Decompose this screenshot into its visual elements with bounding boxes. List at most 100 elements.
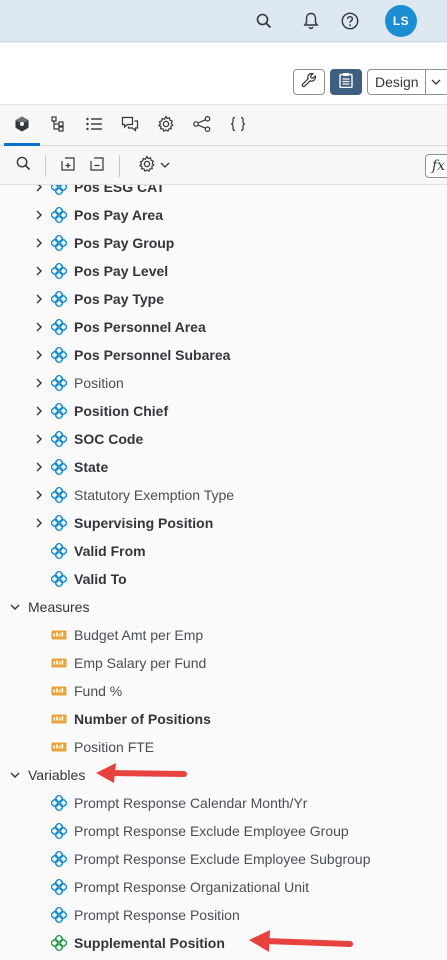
tree-group-variables[interactable]: Variables: [0, 761, 447, 789]
tree-item-dimension[interactable]: Valid To: [0, 565, 447, 593]
tab-hierarchy[interactable]: [46, 114, 70, 138]
measure-icon: [51, 739, 67, 755]
tree-item-variable[interactable]: Prompt Response Calendar Month/Yr: [0, 789, 447, 817]
dimension-icon: [51, 207, 67, 223]
notification-bell-icon[interactable]: [300, 10, 322, 32]
tree-item-measure[interactable]: Budget Amt per Emp: [0, 621, 447, 649]
measure-icon: [51, 655, 67, 671]
chevron-right-icon[interactable]: [32, 376, 46, 390]
chevron-right-icon[interactable]: [32, 320, 46, 334]
tree-item-label: Supplemental Position: [74, 935, 225, 951]
tab-share[interactable]: [190, 114, 214, 138]
tree-group-measures[interactable]: Measures: [0, 593, 447, 621]
tree-item-label: Prompt Response Exclude Employee Subgrou…: [74, 851, 371, 867]
search-icon: [16, 156, 31, 176]
tree-item-label: Prompt Response Calendar Month/Yr: [74, 795, 308, 811]
tree-item-dimension[interactable]: Pos Personnel Subarea: [0, 341, 447, 369]
tree-item-dimension[interactable]: Statutory Exemption Type: [0, 481, 447, 509]
tree-item-label: Pos Pay Level: [74, 263, 169, 279]
chevron-right-icon[interactable]: [32, 264, 46, 278]
dimension-icon: [51, 431, 67, 447]
tree-item-dimension[interactable]: Pos Pay Type: [0, 285, 447, 313]
chevron-right-icon[interactable]: [32, 404, 46, 418]
tab-model[interactable]: [10, 114, 34, 138]
tools-button[interactable]: [293, 69, 325, 95]
chevron-right-icon[interactable]: [32, 488, 46, 502]
search-icon[interactable]: [253, 10, 275, 32]
tree-item-label: Prompt Response Exclude Employee Group: [74, 823, 349, 839]
tab-code[interactable]: [226, 114, 250, 138]
tab-comments[interactable]: [118, 114, 142, 138]
tree-item-label: Number of Positions: [74, 711, 211, 727]
share-icon: [193, 115, 211, 137]
design-mode-select[interactable]: Design: [367, 69, 447, 95]
chevron-right-icon[interactable]: [32, 348, 46, 362]
clipboard-button[interactable]: [330, 69, 362, 95]
tree-item-dimension[interactable]: Valid From: [0, 537, 447, 565]
formula-icon: fx: [432, 158, 446, 174]
formula-button[interactable]: fx: [425, 154, 447, 178]
tree-item-dimension[interactable]: Pos ESG CAT: [0, 185, 447, 201]
variable-icon: [51, 851, 67, 867]
dimension-icon: [51, 459, 67, 475]
tree-item-label: SOC Code: [74, 431, 144, 447]
tree-item-dimension[interactable]: Pos Pay Group: [0, 229, 447, 257]
variable-icon: [51, 907, 67, 923]
chevron-right-icon[interactable]: [32, 292, 46, 306]
tree-item-dimension[interactable]: Supervising Position: [0, 509, 447, 537]
tree-item-dimension[interactable]: State: [0, 453, 447, 481]
chevron-down-icon: [430, 73, 442, 94]
chevron-right-icon[interactable]: [32, 460, 46, 474]
tree-item-dimension[interactable]: Pos Pay Area: [0, 201, 447, 229]
tree-item-dimension[interactable]: Position: [0, 369, 447, 397]
tree-item-measure[interactable]: Emp Salary per Fund: [0, 649, 447, 677]
tree-item-dimension[interactable]: Position Chief: [0, 397, 447, 425]
tree-item-label: Prompt Response Organizational Unit: [74, 879, 310, 895]
tab-settings[interactable]: [154, 114, 178, 138]
tree-item-measure[interactable]: Fund %: [0, 677, 447, 705]
tree-item-variable[interactable]: Prompt Response Exclude Employee Group: [0, 817, 447, 845]
panel-tab-bar: [0, 106, 447, 146]
app-toolbar: Design: [0, 43, 447, 105]
dimension-icon: [51, 571, 67, 587]
collapse-all-button[interactable]: [86, 155, 108, 177]
tree-item-variable[interactable]: Supplemental Position: [0, 929, 447, 957]
user-avatar[interactable]: LS: [385, 5, 417, 37]
dimension-icon: [51, 319, 67, 335]
tree-item-label: Fund %: [74, 683, 123, 699]
chevron-down-icon[interactable]: [8, 768, 22, 782]
chevron-right-icon[interactable]: [32, 185, 46, 194]
search-button[interactable]: [12, 155, 34, 177]
measure-icon: [51, 683, 67, 699]
tree-item-label: Position: [74, 375, 124, 391]
tree-item-label: Pos Personnel Subarea: [74, 347, 231, 363]
settings-menu-button[interactable]: [134, 154, 174, 177]
chevron-right-icon[interactable]: [32, 236, 46, 250]
tree-item-label: Valid From: [74, 543, 146, 559]
tree-item-label: State: [74, 459, 109, 475]
variable-icon: [51, 935, 67, 951]
chevron-down-icon[interactable]: [8, 600, 22, 614]
dimension-icon: [51, 235, 67, 251]
hierarchy-icon: [50, 115, 66, 137]
tree-item-measure[interactable]: Number of Positions: [0, 705, 447, 733]
dimension-icon: [51, 375, 67, 391]
chevron-right-icon[interactable]: [32, 516, 46, 530]
tree-item-label: Statutory Exemption Type: [74, 487, 235, 503]
tree-item-variable[interactable]: Prompt Response Position: [0, 901, 447, 929]
chevron-right-icon[interactable]: [32, 432, 46, 446]
variable-icon: [51, 879, 67, 895]
tab-list[interactable]: [82, 114, 106, 138]
chevron-right-icon[interactable]: [32, 208, 46, 222]
tree-item-dimension[interactable]: Pos Pay Level: [0, 257, 447, 285]
code-braces-icon: [229, 116, 247, 137]
dimension-icon: [51, 185, 67, 195]
tree-item-dimension[interactable]: SOC Code: [0, 425, 447, 453]
tree-item-variable[interactable]: Prompt Response Organizational Unit: [0, 873, 447, 901]
tree-item-variable[interactable]: Prompt Response Exclude Employee Subgrou…: [0, 845, 447, 873]
help-icon[interactable]: [339, 10, 361, 32]
tree-item-measure[interactable]: Position FTE: [0, 733, 447, 761]
tree-item-dimension[interactable]: Pos Personnel Area: [0, 313, 447, 341]
expand-all-button[interactable]: [57, 155, 79, 177]
variable-icon: [51, 823, 67, 839]
